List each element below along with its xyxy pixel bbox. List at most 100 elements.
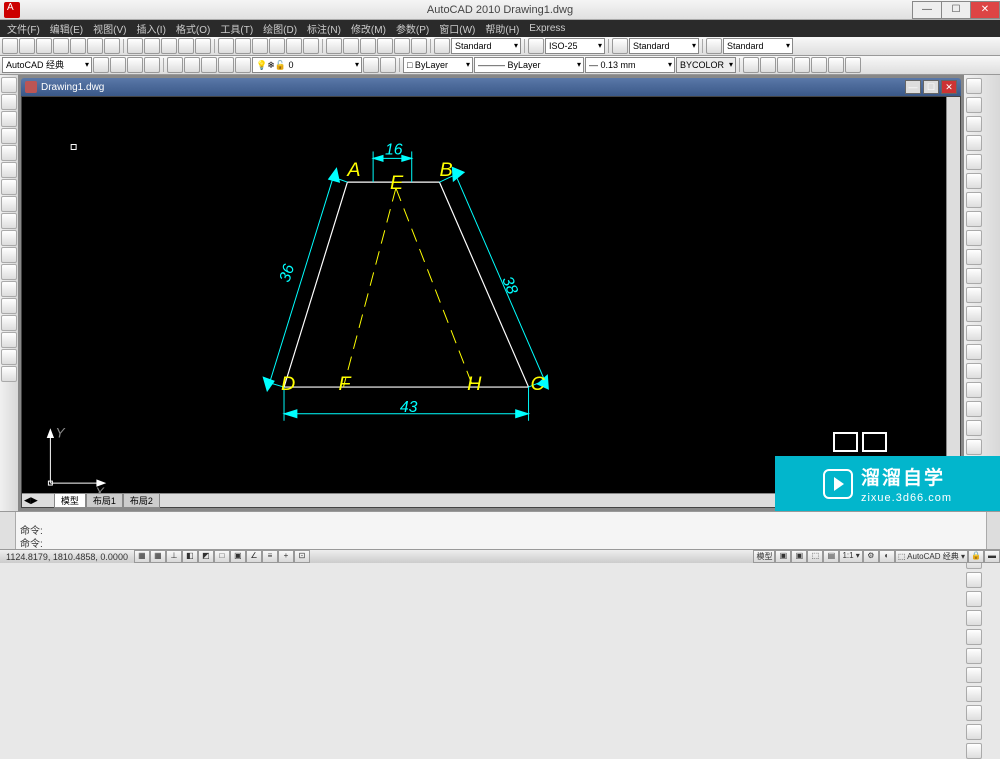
status-scale[interactable]: 1:1 ▾ [839, 550, 862, 563]
modify-tool-button[interactable] [966, 287, 982, 303]
modify-tool-button[interactable] [966, 686, 982, 702]
toolbar-button[interactable] [743, 57, 759, 73]
doc-minimize-button[interactable]: — [905, 80, 921, 94]
draw-tool-button[interactable] [1, 264, 17, 280]
draw-tool-button[interactable] [1, 230, 17, 246]
status-toggle[interactable]: + [278, 550, 294, 563]
menu-item[interactable]: 绘图(D) [258, 21, 302, 36]
layer-button[interactable] [184, 57, 200, 73]
modify-tool-button[interactable] [966, 306, 982, 322]
status-button[interactable]: ▣ [775, 550, 791, 563]
toolbar-button[interactable] [343, 38, 359, 54]
toolbar-button[interactable] [93, 57, 109, 73]
modify-tool-button[interactable] [966, 724, 982, 740]
draw-tool-button[interactable] [1, 128, 17, 144]
layer-button[interactable] [235, 57, 251, 73]
style-icon[interactable] [706, 38, 722, 54]
modify-tool-button[interactable] [966, 116, 982, 132]
modify-tool-button[interactable] [966, 629, 982, 645]
toolbar-button[interactable] [252, 38, 268, 54]
menu-item[interactable]: 工具(T) [215, 21, 258, 36]
status-button[interactable]: ▬ [984, 550, 1000, 563]
lineweight-combo[interactable]: — 0.13 mm [585, 57, 675, 73]
draw-tool-button[interactable] [1, 349, 17, 365]
draw-tool-button[interactable] [1, 298, 17, 314]
modify-tool-button[interactable] [966, 325, 982, 341]
toolbar-button[interactable] [394, 38, 410, 54]
command-grip-icon[interactable] [0, 512, 16, 549]
minimize-button[interactable]: — [912, 1, 942, 19]
toolbar-button[interactable] [36, 38, 52, 54]
modify-tool-button[interactable] [966, 591, 982, 607]
status-model[interactable]: 模型 [753, 550, 775, 563]
status-toggle[interactable]: ▦ [134, 550, 150, 563]
toolbar-button[interactable] [794, 57, 810, 73]
draw-tool-button[interactable] [1, 315, 17, 331]
toolbar-button[interactable] [286, 38, 302, 54]
status-button[interactable]: 🔒 [968, 550, 984, 563]
style-combo[interactable]: ISO-25 [545, 38, 605, 54]
toolbar-button[interactable] [2, 38, 18, 54]
status-button[interactable]: ⚙ [863, 550, 879, 563]
modify-tool-button[interactable] [966, 78, 982, 94]
toolbar-button[interactable] [326, 38, 342, 54]
status-toggle[interactable]: ▦ [150, 550, 166, 563]
menu-item[interactable]: 编辑(E) [45, 21, 88, 36]
modify-tool-button[interactable] [966, 439, 982, 455]
menu-item[interactable]: Express [524, 23, 570, 34]
command-panel[interactable]: 命令: 命令: [0, 511, 1000, 549]
menu-item[interactable]: 视图(V) [88, 21, 131, 36]
modify-tool-button[interactable] [966, 173, 982, 189]
modify-tool-button[interactable] [966, 230, 982, 246]
status-toggle[interactable]: ▣ [230, 550, 246, 563]
toolbar-button[interactable] [161, 38, 177, 54]
toolbar-button[interactable] [104, 38, 120, 54]
menu-item[interactable]: 窗口(W) [434, 21, 480, 36]
toolbar-button[interactable] [777, 57, 793, 73]
draw-tool-button[interactable] [1, 179, 17, 195]
toolbar-button[interactable] [127, 57, 143, 73]
modify-tool-button[interactable] [966, 572, 982, 588]
draw-tool-button[interactable] [1, 111, 17, 127]
modify-tool-button[interactable] [966, 211, 982, 227]
drawing-canvas[interactable]: Y X [21, 96, 961, 508]
modify-tool-button[interactable] [966, 420, 982, 436]
draw-tool-button[interactable] [1, 77, 17, 93]
toolbar-button[interactable] [19, 38, 35, 54]
layer-button[interactable] [201, 57, 217, 73]
style-combo[interactable]: Standard [629, 38, 699, 54]
status-button[interactable]: ▣ [791, 550, 807, 563]
modify-tool-button[interactable] [966, 743, 982, 759]
style-combo[interactable]: Standard [451, 38, 521, 54]
doc-maximize-button[interactable]: ☐ [923, 80, 939, 94]
toolbar-button[interactable] [811, 57, 827, 73]
toolbar-button[interactable] [195, 38, 211, 54]
modify-tool-button[interactable] [966, 667, 982, 683]
status-toggle[interactable]: ◩ [198, 550, 214, 563]
modify-tool-button[interactable] [966, 97, 982, 113]
draw-tool-button[interactable] [1, 281, 17, 297]
tab-model[interactable]: 模型 [54, 493, 86, 508]
workspace-combo[interactable]: AutoCAD 经典 [2, 57, 92, 73]
color-combo[interactable]: □ ByLayer [403, 57, 473, 73]
modify-tool-button[interactable] [966, 135, 982, 151]
menu-item[interactable]: 标注(N) [302, 21, 346, 36]
modify-tool-button[interactable] [966, 648, 982, 664]
toolbar-button[interactable] [360, 38, 376, 54]
toolbar-button[interactable] [235, 38, 251, 54]
doc-close-button[interactable]: ✕ [941, 80, 957, 94]
status-toggle[interactable]: ⊡ [294, 550, 310, 563]
layer-combo[interactable]: 💡❄🔓 0 [252, 57, 362, 73]
layer-button[interactable] [218, 57, 234, 73]
vertical-scrollbar[interactable] [946, 97, 960, 493]
status-button[interactable]: ▤ [823, 550, 839, 563]
toolbar-button[interactable] [70, 38, 86, 54]
menu-item[interactable]: 格式(O) [171, 21, 215, 36]
modify-tool-button[interactable] [966, 268, 982, 284]
modify-tool-button[interactable] [966, 610, 982, 626]
status-workspace[interactable]: ⬚ AutoCAD 经典 ▾ [895, 550, 968, 563]
style-icon[interactable] [612, 38, 628, 54]
toolbar-button[interactable] [845, 57, 861, 73]
command-scrollbar[interactable] [986, 512, 1000, 549]
status-toggle[interactable]: ⊥ [166, 550, 182, 563]
